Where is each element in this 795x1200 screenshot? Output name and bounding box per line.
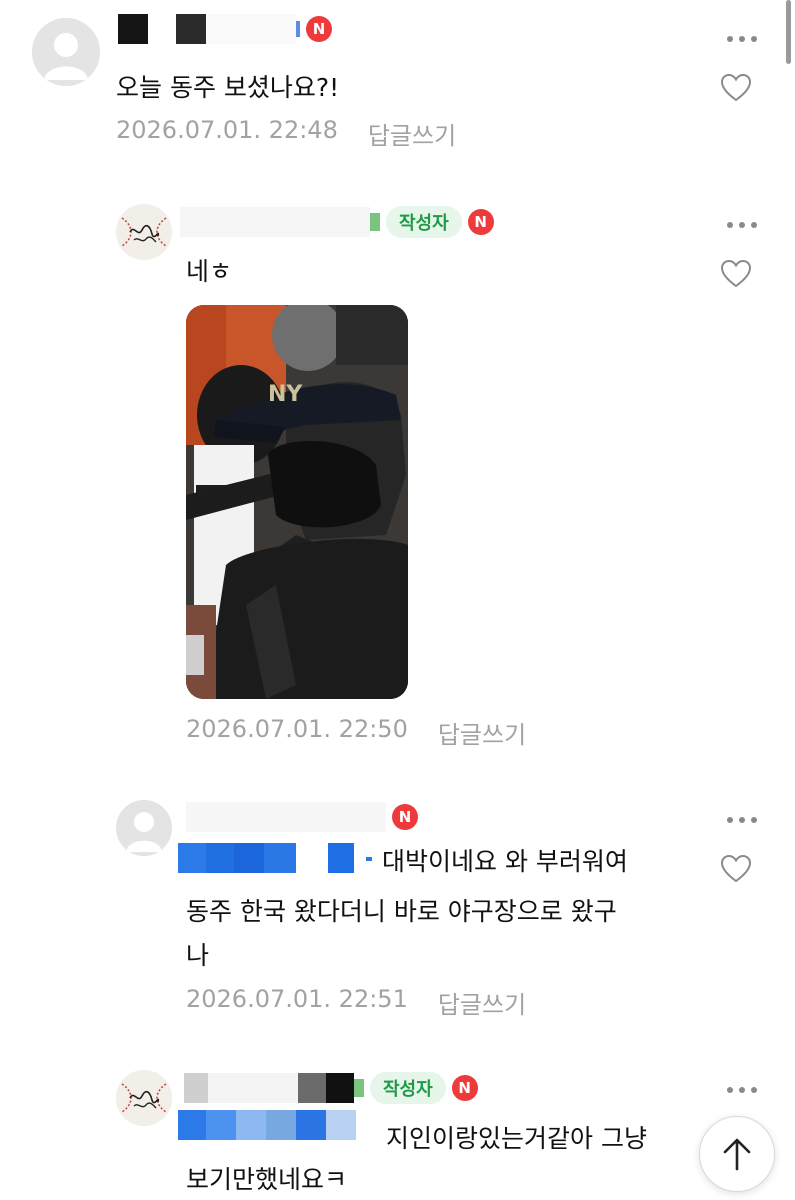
comment-4: 작성자 N 지인이랑있는거같아 그냥 보기만했네요ㅋ xyxy=(0,0,795,1200)
baseball-signature-icon[interactable] xyxy=(116,1070,172,1126)
comment-text-line-2: 보기만했네요ㅋ xyxy=(186,1165,348,1194)
author-badge: 작성자 xyxy=(370,1072,446,1104)
more-dots-icon[interactable] xyxy=(727,1085,757,1095)
new-badge: N xyxy=(451,1075,478,1101)
comment-text-line-1: 지인이랑있는거같아 그냥 xyxy=(386,1124,647,1153)
scroll-top-button[interactable] xyxy=(699,1116,775,1192)
arrow-up-icon xyxy=(723,1138,751,1171)
mention-redacted xyxy=(178,1110,356,1140)
author-name-redacted[interactable]: 작성자 N xyxy=(184,1071,478,1105)
